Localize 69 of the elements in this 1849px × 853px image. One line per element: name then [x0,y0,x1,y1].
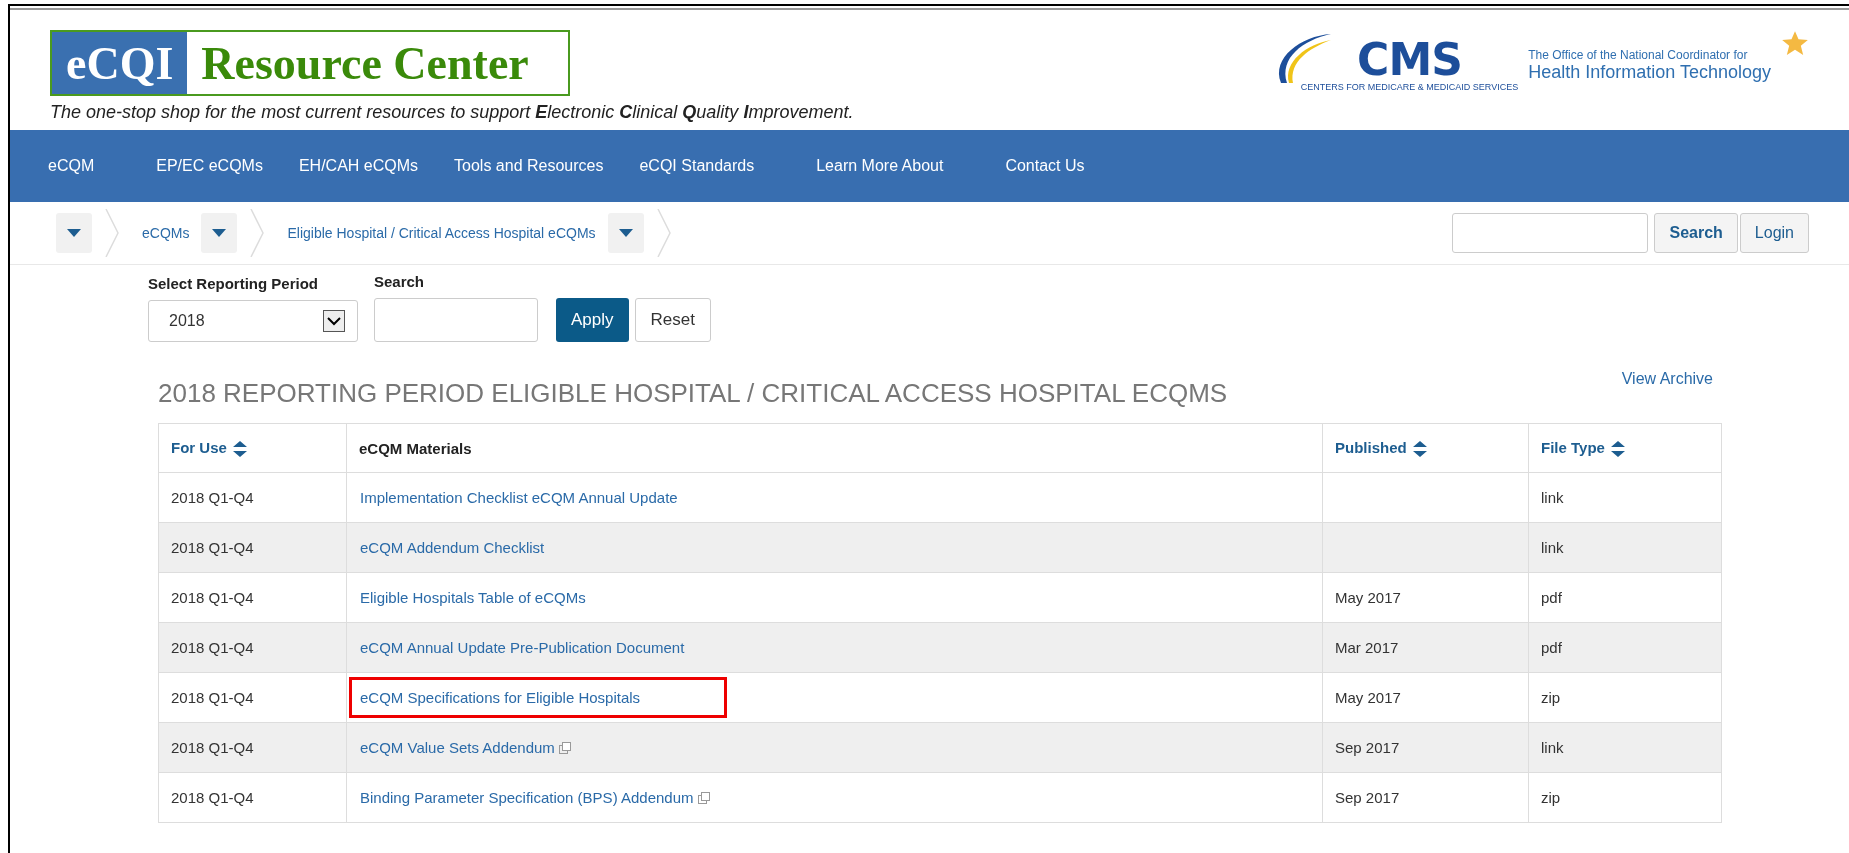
table-cell: link [1528,472,1722,523]
table-cell: 2018 Q1-Q4 [158,622,347,673]
apply-button[interactable]: Apply [556,298,629,342]
nav-link[interactable]: Contact Us [1005,157,1085,175]
logo-title: Resource Center [200,36,530,91]
search-field[interactable] [374,298,538,342]
table-cell: link [1528,722,1722,773]
table-cell: 2018 Q1-Q4 [158,672,347,723]
table-cell: 2018 Q1-Q4 [158,572,347,623]
star-icon [1781,30,1809,58]
nav-link[interactable]: Learn More About [816,157,944,175]
breadcrumb-separator-icon [104,209,122,257]
sort-icon[interactable] [1412,441,1427,457]
cms-subtitle: CENTERS FOR MEDICARE & MEDICAID SERVICES [1300,82,1519,92]
page-heading: 2018 REPORTING PERIOD ELIGIBLE HOSPITAL / CRITICAL ACCESS HOSPITAL ECQMS [158,378,1228,409]
tagline: The one-stop shop for the most current resources to support Electronic Clinical Quality Improvement. [50,102,854,123]
period-select[interactable]: 2018 [148,300,358,342]
breadcrumb-link[interactable]: eCQMs [142,225,190,241]
column-header: eCQM Materials [346,423,1323,473]
column-header[interactable]: For Use [158,423,347,473]
nav-link[interactable]: EP/EC eCQMs [156,157,263,175]
table-cell: Mar 2017 [1322,622,1529,673]
external-link-icon [697,791,710,804]
breadcrumb-dropdown[interactable] [607,213,644,253]
breadcrumb-dropdown[interactable] [201,213,238,253]
caret-icon [67,229,81,237]
table-cell: May 2017 [1322,672,1529,723]
view-archive-link[interactable]: View Archive [1621,370,1713,388]
table-cell: pdf [1528,572,1722,623]
nav-link[interactable]: Tools and Resources [454,157,604,175]
field-label: Search [374,273,426,290]
material-link[interactable]: eCQM Specifications for Eligible Hospitals [349,677,727,718]
table-cell: Sep 2017 [1322,772,1529,823]
sort-icon[interactable] [232,441,247,457]
table-cell: 2018 Q1-Q4 [158,722,347,773]
table-cell: 2018 Q1-Q4 [158,772,347,823]
column-header[interactable]: Published [1322,423,1529,473]
dropdown-icon [323,310,345,332]
onc-title: The Office of the National Coordinator for [1528,47,1749,62]
nav-link[interactable]: eCQI Standards [639,157,755,175]
column-header[interactable]: File Type [1528,423,1722,473]
reset-button[interactable]: Reset [634,298,711,342]
site-logo[interactable]: eCQI Resource Center [50,30,570,96]
cms-wordmark: CMS [1357,38,1462,82]
breadcrumb-link[interactable]: Eligible Hospital / Critical Access Hospital eCQMs [287,225,596,241]
breadcrumb-separator-icon [655,209,674,257]
table-cell: Sep 2017 [1322,722,1529,773]
sort-icon[interactable] [1610,441,1625,457]
material-link[interactable]: eCQM Addendum Checklist [349,527,556,568]
external-link-icon [558,741,571,754]
caret-icon [212,229,227,237]
table-cell: link [1528,522,1722,573]
breadcrumb-dropdown[interactable] [56,213,92,253]
search-button[interactable]: Search [1654,213,1738,253]
field-label: Select Reporting Period [148,275,320,292]
site-search-field[interactable] [1452,213,1649,253]
material-link[interactable]: eCQM Value Sets Addendum [349,727,582,768]
logo-badge: eCQI [52,32,188,94]
caret-icon [618,229,633,237]
onc-subtitle: Health Information Technology [1528,61,1771,83]
nav-link[interactable]: EH/CAH eCQMs [298,157,419,175]
table-cell: zip [1528,672,1722,723]
table-cell: 2018 Q1-Q4 [158,522,347,573]
table-cell: May 2017 [1322,572,1529,623]
login-button[interactable]: Login [1739,213,1809,253]
table-cell: pdf [1528,622,1722,673]
table-cell: zip [1528,772,1722,823]
table-cell: 2018 Q1-Q4 [158,472,347,523]
nav-link[interactable]: eCQM [48,157,95,175]
